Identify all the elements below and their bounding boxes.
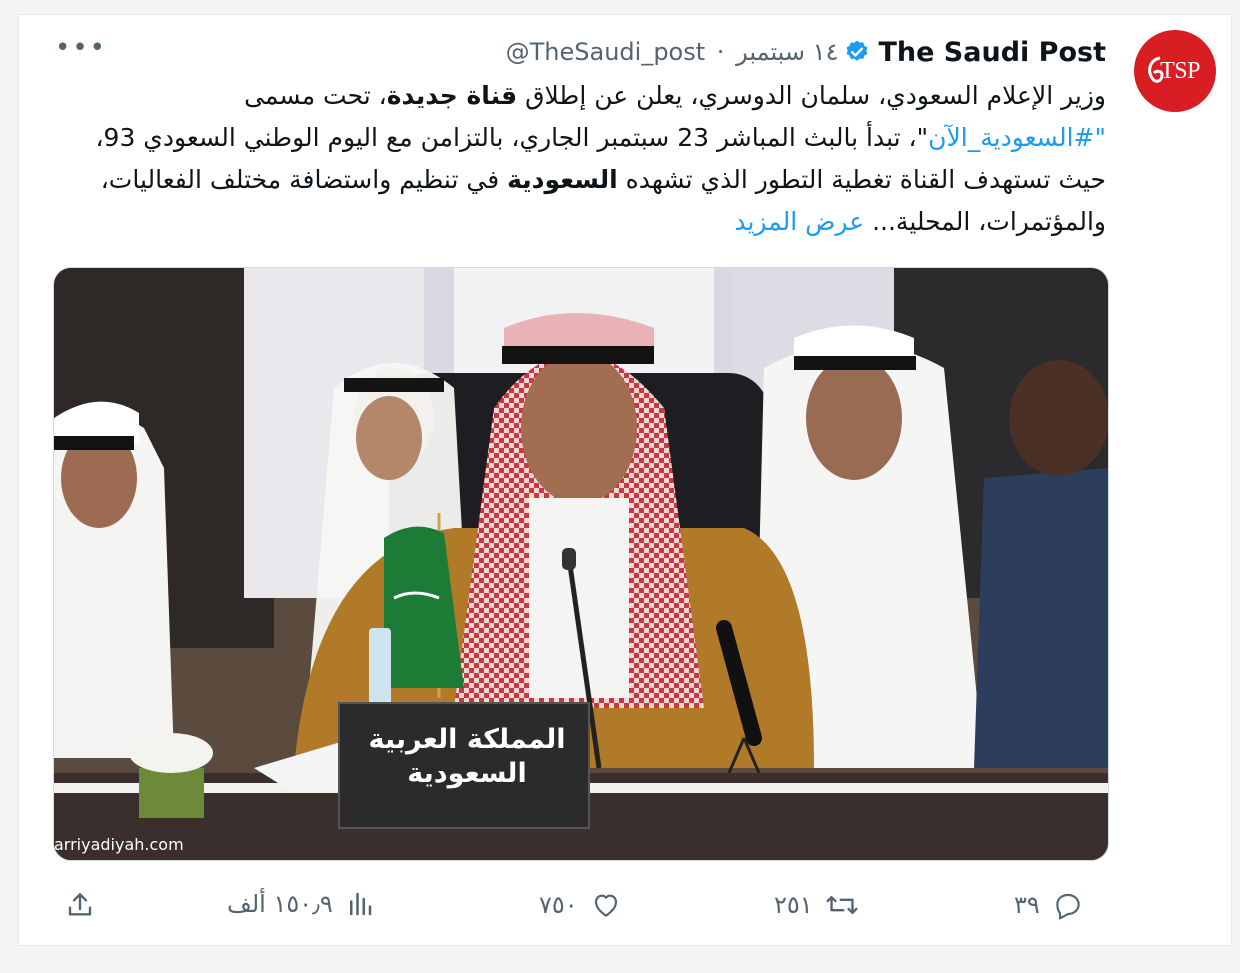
tweet-date[interactable]: ١٤ سبتمبر bbox=[736, 38, 838, 66]
reply-count: ٣٩ bbox=[1014, 891, 1040, 919]
tweet-text-bold: قناة جديدة bbox=[386, 81, 518, 110]
tweet-text: وزير الإعلام السعودي، سلمان الدوسري، يعل… bbox=[56, 75, 1106, 243]
separator-dot: · bbox=[716, 38, 725, 66]
tweet-header: The Saudi Post ١٤ سبتمبر · @TheSaudi_pos… bbox=[506, 32, 1106, 72]
nameplate-line-2: السعودية bbox=[407, 758, 527, 789]
retweet-icon bbox=[826, 895, 858, 915]
tweet-actions: ٣٩ ٢٥١ ٧٥٠ ١٥٠٫٩ ألف bbox=[19, 889, 1233, 933]
like-count: ٧٥٠ bbox=[539, 891, 578, 919]
display-name[interactable]: The Saudi Post bbox=[878, 37, 1106, 68]
retweet-button[interactable]: ٢٥١ bbox=[774, 889, 859, 921]
views-count: ١٥٠٫٩ ألف bbox=[227, 890, 333, 918]
reply-button[interactable]: ٣٩ bbox=[1014, 889, 1084, 921]
user-handle[interactable]: @TheSaudi_post bbox=[506, 38, 706, 66]
handle-and-date: ١٤ سبتمبر · @TheSaudi_post bbox=[506, 38, 839, 66]
verified-badge-icon bbox=[844, 39, 870, 65]
tweet-text-part: وزير الإعلام السعودي، سلمان الدوسري، يعل… bbox=[517, 81, 1106, 110]
photo-watermark: arriyadiyah.com bbox=[54, 835, 184, 854]
share-button[interactable] bbox=[64, 889, 96, 921]
views-button[interactable]: ١٥٠٫٩ ألف bbox=[227, 889, 375, 919]
more-options-icon[interactable]: ••• bbox=[55, 35, 107, 61]
tweet-text-bold: السعودية bbox=[507, 165, 618, 194]
reply-icon bbox=[1056, 893, 1080, 920]
tweet-photo[interactable]: المملكة العربية السعودية arriyadiyah.com bbox=[53, 267, 1109, 861]
tweet-text-part: ، تحت مسمى bbox=[244, 81, 387, 110]
show-more-link[interactable]: عرض المزيد bbox=[734, 207, 864, 236]
hashtag-link[interactable]: "#السعودية_الآن bbox=[928, 123, 1106, 152]
like-button[interactable]: ٧٥٠ bbox=[539, 889, 622, 921]
nameplate-line-1: المملكة العربية bbox=[368, 724, 566, 755]
tweet-card[interactable]: TSP The Saudi Post ١٤ سبتمبر · @TheSaudi… bbox=[18, 14, 1232, 946]
nameplate: المملكة العربية السعودية bbox=[352, 723, 582, 791]
heart-icon bbox=[594, 894, 617, 917]
avatar[interactable]: TSP bbox=[1134, 30, 1216, 112]
views-chart-icon bbox=[349, 892, 372, 916]
share-icon bbox=[68, 893, 92, 916]
retweet-count: ٢٥١ bbox=[774, 891, 813, 919]
avatar-label: TSP bbox=[1160, 57, 1200, 84]
